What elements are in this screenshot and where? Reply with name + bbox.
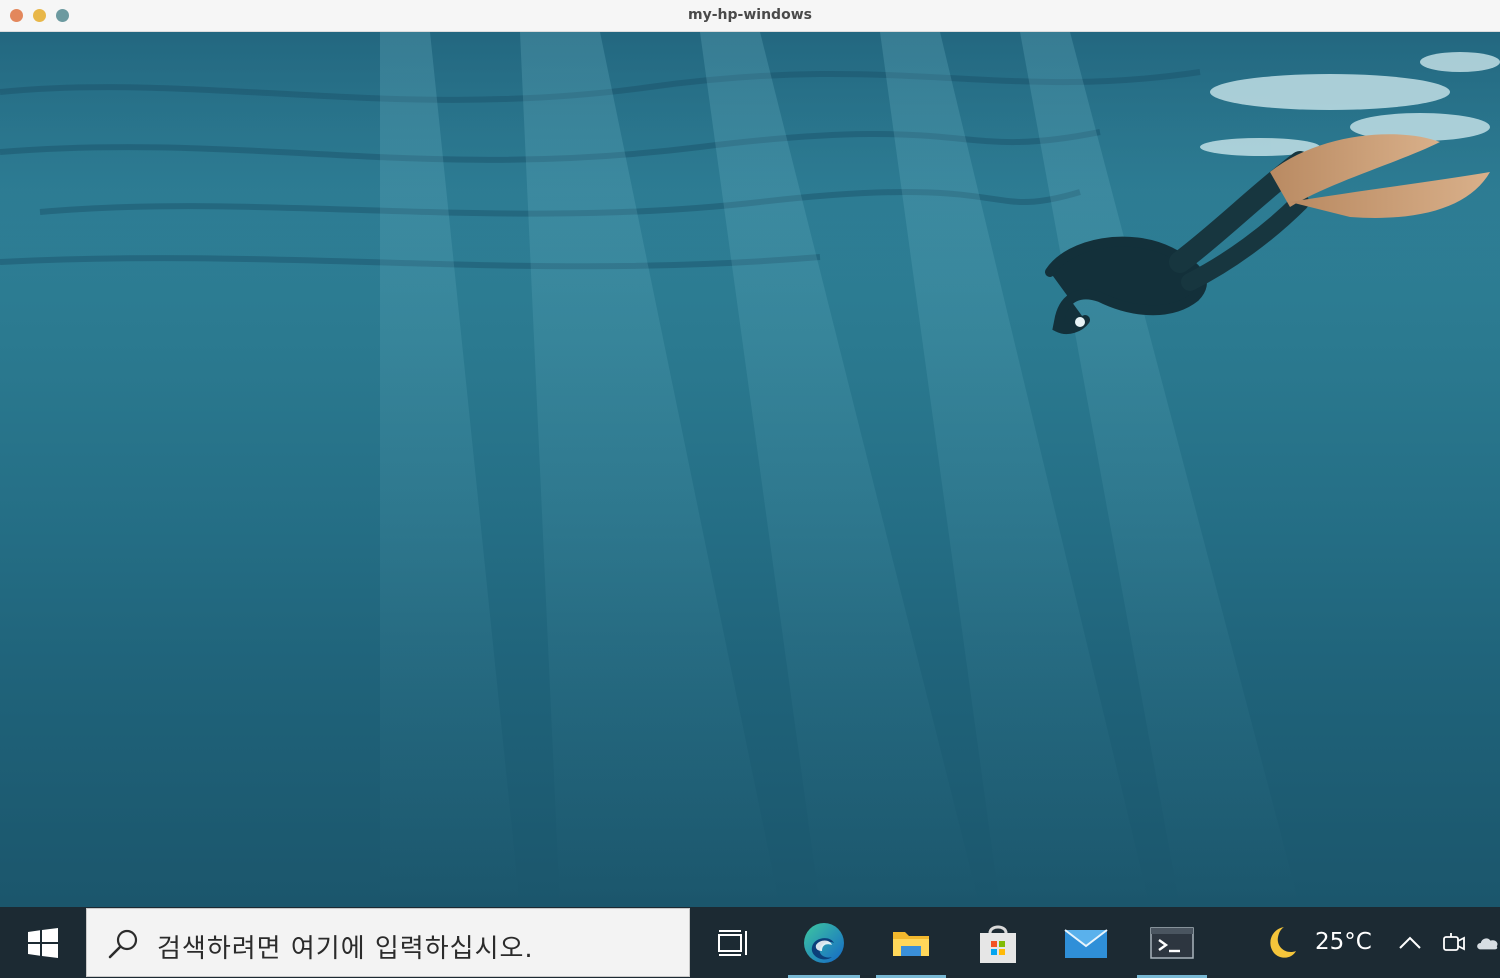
- cloud-icon: [1477, 937, 1498, 949]
- search-placeholder: 검색하려면 여기에 입력하십시오.: [157, 934, 534, 964]
- search-box[interactable]: 검색하려면 여기에 입력하십시오.: [86, 908, 690, 977]
- show-hidden-icons-button[interactable]: [1392, 907, 1428, 978]
- task-view-icon: [718, 929, 747, 956]
- taskbar-edge-button[interactable]: [788, 907, 860, 978]
- folder-icon: [893, 931, 929, 956]
- store-bag-icon: [980, 925, 1016, 963]
- taskbar: 검색하려면 여기에 입력하십시오. 25°C: [0, 907, 1500, 978]
- terminal-icon: [1150, 926, 1194, 959]
- windows-logo-icon: [27, 927, 58, 958]
- edge-icon: [804, 922, 844, 963]
- desktop-wallpaper: [0, 32, 1500, 907]
- mail-icon: [1064, 928, 1108, 958]
- onedrive-button[interactable]: [1476, 907, 1500, 978]
- window-title: my-hp-windows: [688, 7, 812, 23]
- underwater-wallpaper-image: [0, 32, 1500, 907]
- meet-now-button[interactable]: [1436, 907, 1472, 978]
- taskbar-terminal-button[interactable]: [1137, 907, 1207, 978]
- search-icon: [108, 929, 138, 959]
- weather-widget[interactable]: [1255, 907, 1305, 978]
- task-view-button[interactable]: [700, 907, 766, 978]
- window-titlebar: my-hp-windows: [0, 0, 1500, 32]
- taskbar-file-explorer-button[interactable]: [876, 907, 946, 978]
- weather-temperature[interactable]: 25°C: [1315, 929, 1372, 955]
- chevron-up-icon: [1399, 936, 1421, 949]
- camera-icon: [1443, 932, 1465, 951]
- taskbar-mail-button[interactable]: [1050, 907, 1122, 978]
- moon-icon: [1270, 926, 1296, 958]
- taskbar-store-button[interactable]: [962, 907, 1034, 978]
- start-button[interactable]: [0, 907, 85, 978]
